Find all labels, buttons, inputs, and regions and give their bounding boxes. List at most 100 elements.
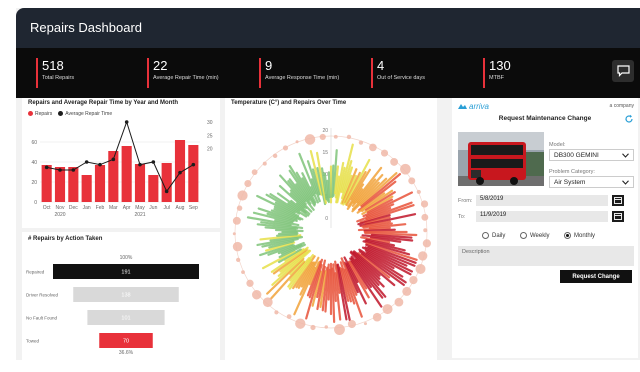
repair-dot — [286, 314, 292, 319]
funnel-value: 191 — [121, 270, 130, 276]
model-label: Model: — [549, 142, 566, 148]
radial-tick-label: 20 — [322, 128, 328, 134]
x-tick-label: Dec — [69, 205, 78, 211]
repair-dot — [282, 145, 289, 151]
kpi-total-repairs: 518 Total Repairs — [36, 58, 74, 88]
to-label: To: — [458, 214, 466, 220]
temperature-spike — [327, 171, 331, 199]
bar-nov — [54, 167, 66, 202]
x-tick-label: Mar — [109, 205, 118, 211]
category-select[interactable]: Air System — [549, 176, 634, 188]
repair-dot — [408, 177, 416, 185]
repair-dot — [423, 228, 428, 233]
kpi-label: MTBF — [489, 75, 504, 81]
kpi-label: Total Repairs — [42, 75, 75, 81]
repair-dot — [241, 270, 245, 275]
model-select[interactable]: DB300 GEMINI — [549, 149, 634, 161]
funnel-value: 70 — [123, 339, 129, 345]
repair-dot — [244, 179, 252, 188]
kpi-label: Out of Service days — [377, 75, 425, 81]
repairs-chart: 0 20 40 60 20 25 30 Oct Nov Dec Jan Feb Mar Apr May Jun… — [31, 120, 213, 218]
repair-dot — [295, 318, 306, 329]
dashboard-header: Repairs Dashboard — [16, 8, 640, 48]
repair-dot — [347, 319, 356, 329]
radio-circle — [520, 232, 527, 239]
form-title: Request Maintenance Change — [498, 115, 592, 122]
point-jul — [164, 189, 169, 194]
repair-dot — [334, 324, 345, 335]
kpi-value: 22 — [153, 58, 168, 73]
description-textarea[interactable]: Description — [458, 246, 634, 266]
radio-label: Weekly — [530, 232, 550, 239]
x-tick-label: Sep — [189, 205, 198, 211]
funnel-label: Towed — [26, 339, 40, 344]
radial-tick-label: 15 — [322, 150, 328, 156]
repair-dot — [394, 297, 404, 307]
repair-dot — [369, 143, 377, 152]
bar-oct — [41, 165, 52, 202]
repair-dot — [262, 297, 273, 308]
x-tick-label: Feb — [96, 205, 105, 211]
kpi-average-response-time: 9 Average Response Time (min) — [259, 58, 339, 88]
radial-tick-label: 0 — [325, 216, 328, 222]
repair-dot — [232, 241, 243, 252]
chart-title: Temperature (C°) and Repairs Over Time — [231, 100, 347, 106]
x-tick-label: Jun — [149, 205, 157, 211]
funnel-label: Driver Resolved — [26, 293, 59, 298]
radio-weekly[interactable]: Weekly — [520, 232, 550, 239]
repair-dot — [380, 149, 389, 157]
to-calendar-button[interactable] — [612, 211, 624, 222]
y-tick-label: 40 — [31, 160, 37, 166]
from-date-input[interactable]: 5/8/2019 — [476, 195, 608, 206]
repair-dot — [416, 189, 421, 195]
model-value: DB300 GEMINI — [554, 151, 599, 159]
to-date-input[interactable]: 11/9/2019 — [476, 211, 608, 222]
arriva-logo-icon — [458, 104, 467, 109]
x-tick-label: May — [135, 205, 145, 211]
point-may — [138, 162, 142, 167]
repair-dot — [236, 257, 241, 262]
x-tick-label: Aug — [176, 205, 185, 211]
point-feb — [98, 162, 102, 167]
radio-label: Monthly — [574, 232, 596, 239]
kpi-bar: 518 Total Repairs 22 Average Repair Time… — [16, 48, 640, 98]
repair-dot — [252, 290, 262, 300]
kpi-mtbf: 130 MTBF — [483, 58, 511, 88]
refresh-icon[interactable] — [624, 114, 634, 124]
repair-dot — [236, 205, 243, 211]
repair-dot — [402, 286, 412, 296]
request-change-button[interactable]: Request Change — [560, 270, 632, 283]
chevron-down-icon — [622, 152, 629, 158]
bar-may — [134, 164, 146, 202]
kpi-out-of-service-days: 4 Out of Service days — [371, 58, 425, 88]
temperature-spike — [277, 232, 299, 235]
y2-tick-label: 25 — [207, 133, 213, 139]
point-oct — [44, 165, 49, 170]
point-aug — [178, 170, 182, 175]
point-nov — [58, 168, 62, 172]
point-dec — [71, 168, 76, 172]
x-tick-label: Jul — [163, 205, 169, 211]
repair-dot — [415, 263, 426, 274]
funnel-value: 138 — [121, 293, 130, 299]
chevron-down-icon — [622, 179, 629, 185]
repair-dot — [390, 157, 399, 166]
bar-sep — [188, 145, 199, 202]
radio-daily[interactable]: Daily — [482, 232, 505, 239]
funnel-label: Repaired — [26, 270, 45, 275]
chat-button[interactable] — [612, 60, 634, 82]
repair-dot — [324, 325, 328, 329]
x-tick-label: Nov — [56, 205, 65, 211]
point-apr — [124, 120, 129, 124]
page-title: Repairs Dashboard — [30, 20, 143, 35]
from-calendar-button[interactable] — [612, 195, 624, 206]
repair-dot — [232, 232, 236, 236]
repair-dot — [409, 275, 418, 285]
repair-dot — [246, 279, 254, 287]
repair-dot — [262, 161, 267, 166]
radio-monthly[interactable]: Monthly — [564, 232, 595, 239]
repair-dot — [237, 190, 248, 201]
bar-apr — [121, 146, 132, 202]
repair-dot — [422, 239, 431, 248]
repair-dot — [251, 169, 258, 176]
